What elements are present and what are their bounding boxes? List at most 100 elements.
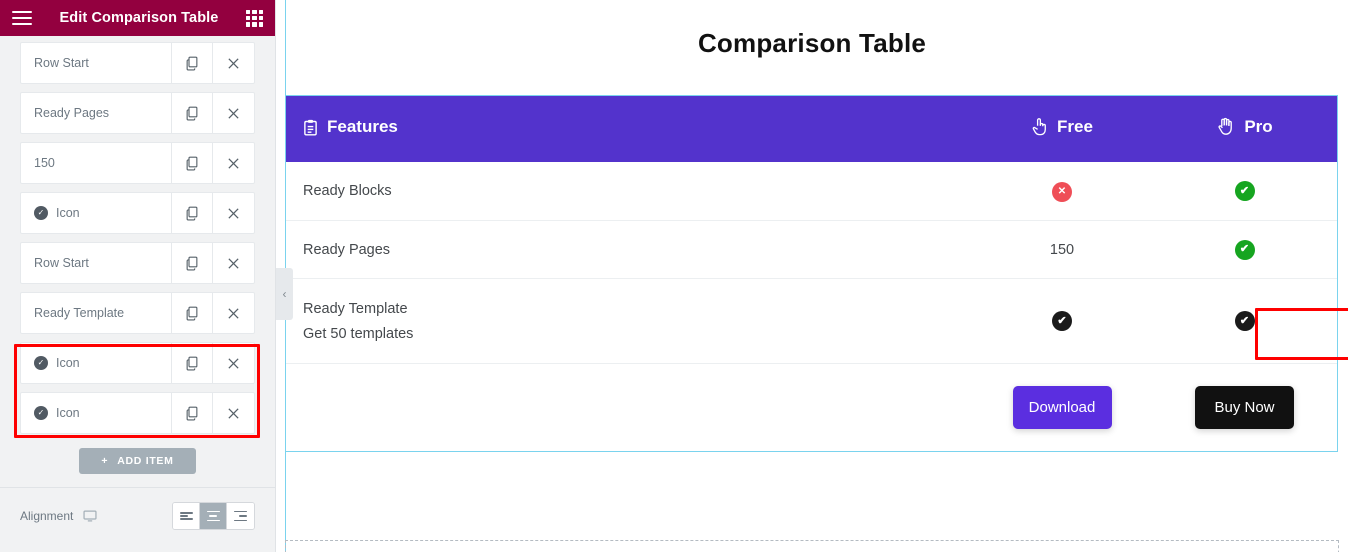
close-icon[interactable]	[213, 93, 254, 133]
repeater-item-title[interactable]: ✓ Icon	[21, 343, 172, 383]
table-row: Ready Template Get 50 templates ✔ ✔	[286, 278, 1337, 363]
row-feature-cell: Ready Blocks	[286, 183, 972, 199]
duplicate-icon[interactable]	[172, 143, 213, 183]
check-circle-icon: ✔	[1234, 311, 1255, 332]
close-icon[interactable]	[213, 243, 254, 283]
check-circle-icon: ✓	[34, 356, 48, 370]
editor-screen: Edit Comparison Table Row Start Ready Pag…	[0, 0, 1348, 552]
repeater-item-label: Ready Template	[34, 306, 125, 320]
repeater-item[interactable]: ✓ Icon	[20, 392, 255, 434]
panel-title: Edit Comparison Table	[59, 10, 219, 26]
header-label-pro: Pro	[1244, 116, 1273, 136]
table-row: Ready Pages 150 ✔	[286, 220, 1337, 278]
cross-circle-icon: ✕	[1052, 181, 1072, 202]
repeater-item-label: Icon	[56, 356, 80, 370]
panel-body: Row Start Ready Pages 150 ✓ Icon Row Start Rea…	[0, 36, 275, 487]
preview-canvas: Comparison Table Features Free Pro Ready…	[276, 0, 1348, 552]
plus-icon: +	[101, 455, 109, 467]
repeater-list: Row Start Ready Pages 150 ✓ Icon Row Start Rea…	[0, 42, 275, 434]
close-icon[interactable]	[213, 43, 254, 83]
check-circle-icon: ✔	[1052, 311, 1072, 332]
repeater-item-title[interactable]: ✓ Icon	[21, 393, 172, 433]
row-pro-cell: ✔	[1152, 239, 1337, 260]
panel-collapse-handle[interactable]: ‹	[276, 268, 293, 320]
raised-hand-icon	[1218, 118, 1233, 136]
repeater-item-title[interactable]: Row Start	[21, 243, 172, 283]
close-icon[interactable]	[213, 143, 254, 183]
action-cell-free: Download	[972, 386, 1152, 429]
row-feature-subtext: Get 50 templates	[303, 325, 414, 342]
align-center-icon[interactable]	[200, 503, 227, 529]
add-item-label: ADD ITEM	[117, 455, 174, 467]
repeater-item-title[interactable]: ✓ Icon	[21, 193, 172, 233]
row-pro-cell: ✔	[1152, 311, 1337, 332]
panel-header: Edit Comparison Table	[0, 0, 275, 36]
row-feature-label: Ready Pages	[303, 241, 391, 258]
pointing-up-hand-icon	[1032, 118, 1046, 136]
empty-section-placeholder	[285, 540, 1339, 552]
clipboard-icon	[304, 119, 317, 136]
repeater-item-title[interactable]: Row Start	[21, 43, 172, 83]
repeater-item[interactable]: Row Start	[20, 242, 255, 284]
repeater-item[interactable]: ✓ Icon	[20, 342, 255, 384]
close-icon[interactable]	[213, 193, 254, 233]
header-cell-features: Features	[286, 117, 972, 141]
download-button[interactable]: Download	[1012, 386, 1112, 429]
desktop-monitor-icon[interactable]	[83, 509, 97, 523]
widgets-grid-icon[interactable]	[246, 9, 263, 27]
add-item-button[interactable]: + ADD ITEM	[79, 448, 196, 474]
header-cell-free: Free	[972, 117, 1152, 142]
alignment-options	[172, 502, 255, 530]
duplicate-icon[interactable]	[172, 43, 213, 83]
comparison-table: Features Free Pro Ready Blocks ✕ ✔ Ready…	[285, 95, 1338, 452]
alignment-control: Alignment	[0, 488, 275, 544]
table-header-row: Features Free Pro	[286, 96, 1337, 162]
repeater-item-label: Icon	[56, 406, 80, 420]
table-body: Ready Blocks ✕ ✔ Ready Pages 150 ✔ Ready Templ…	[286, 162, 1337, 363]
close-icon[interactable]	[213, 343, 254, 383]
check-circle-icon: ✔	[1234, 239, 1255, 260]
repeater-item[interactable]: Ready Template	[20, 292, 255, 334]
repeater-item-title[interactable]: 150	[21, 143, 172, 183]
header-label-free: Free	[1057, 116, 1093, 136]
repeater-item-label: Icon	[56, 206, 80, 220]
row-pro-cell: ✔	[1152, 181, 1337, 202]
row-feature-label: Ready Blocks	[303, 183, 392, 199]
header-label-features: Features	[327, 117, 398, 137]
row-free-cell: ✕	[972, 181, 1152, 202]
repeater-item[interactable]: Row Start	[20, 42, 255, 84]
repeater-item[interactable]: 150	[20, 142, 255, 184]
align-left-icon[interactable]	[173, 503, 200, 529]
duplicate-icon[interactable]	[172, 243, 213, 283]
check-circle-icon: ✓	[34, 406, 48, 420]
alignment-label: Alignment	[20, 509, 74, 523]
elementor-edit-panel: Edit Comparison Table Row Start Ready Pag…	[0, 0, 276, 552]
row-free-cell: ✔	[972, 311, 1152, 332]
close-icon[interactable]	[213, 293, 254, 333]
close-icon[interactable]	[213, 393, 254, 433]
panel-bottom-strip	[0, 544, 275, 552]
repeater-item-label: Row Start	[34, 256, 89, 270]
repeater-item-label: Row Start	[34, 56, 89, 70]
row-free-cell: 150	[972, 241, 1152, 259]
row-feature-cell: Ready Template Get 50 templates	[286, 301, 972, 342]
row-feature-cell: Ready Pages	[286, 242, 972, 258]
repeater-item-title[interactable]: Ready Pages	[21, 93, 172, 133]
table-actions-row: Download Buy Now	[286, 363, 1337, 451]
align-right-icon[interactable]	[227, 503, 254, 529]
check-circle-icon: ✓	[34, 206, 48, 220]
repeater-item[interactable]: ✓ Icon	[20, 192, 255, 234]
duplicate-icon[interactable]	[172, 93, 213, 133]
duplicate-icon[interactable]	[172, 293, 213, 333]
duplicate-icon[interactable]	[172, 193, 213, 233]
action-cell-pro: Buy Now	[1152, 386, 1337, 429]
check-circle-icon: ✔	[1234, 181, 1255, 202]
repeater-item-title[interactable]: Ready Template	[21, 293, 172, 333]
hamburger-icon[interactable]	[12, 10, 32, 26]
duplicate-icon[interactable]	[172, 343, 213, 383]
table-row: Ready Blocks ✕ ✔	[286, 162, 1337, 220]
repeater-item[interactable]: Ready Pages	[20, 92, 255, 134]
buy-now-button[interactable]: Buy Now	[1195, 386, 1294, 429]
repeater-item-label: 150	[34, 156, 55, 170]
duplicate-icon[interactable]	[172, 393, 213, 433]
